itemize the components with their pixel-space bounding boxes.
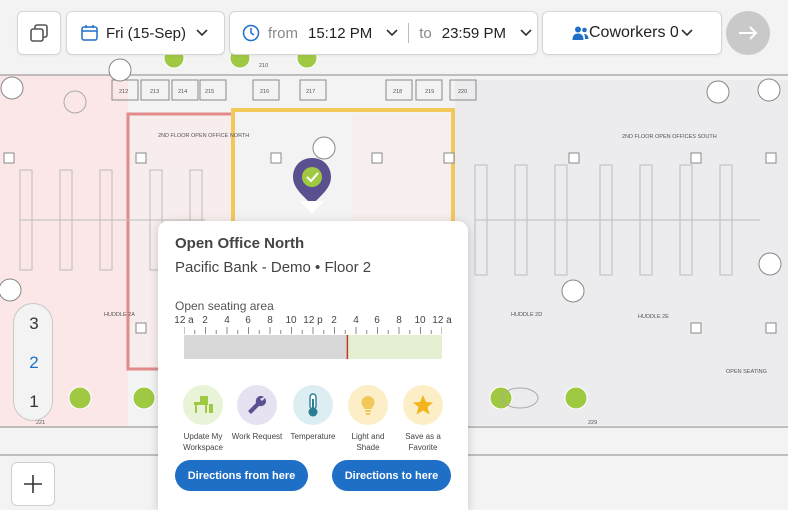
action-label: Update My Workspace — [183, 432, 223, 452]
date-label: Fri (15-Sep) — [106, 24, 187, 42]
thermometer-icon — [293, 385, 333, 425]
seating-label: Open seating area — [175, 299, 274, 313]
directions-to-button[interactable]: Directions to here — [332, 460, 451, 491]
update-workspace-action[interactable]: Update My Workspace — [175, 385, 231, 453]
date-picker[interactable]: Fri (15-Sep) — [66, 11, 225, 55]
directions-from-button[interactable]: Directions from here — [175, 460, 308, 491]
map-label-huddle-2a: HUDDLE 2A — [104, 312, 135, 318]
clock-icon — [242, 24, 260, 42]
room-number: 212 — [119, 89, 128, 95]
copy-icon — [30, 24, 48, 42]
region-center[interactable] — [352, 114, 452, 224]
chevron-down-icon — [196, 29, 208, 37]
action-label: Work Request — [231, 432, 283, 441]
save-favorite-action[interactable]: Save as a Favorite — [395, 385, 451, 453]
timeline-past-segment — [184, 335, 348, 359]
work-request-action[interactable]: Work Request — [229, 385, 285, 442]
floor-1-button[interactable]: 1 — [14, 383, 54, 421]
plus-icon — [24, 475, 42, 493]
room-number: 219 — [425, 89, 434, 95]
room-number: 229 — [588, 420, 597, 426]
people-icon — [572, 26, 589, 40]
chevron-down-icon — [681, 29, 693, 37]
room-number: 214 — [178, 89, 187, 95]
arrow-right-icon — [739, 26, 758, 40]
space-info-popup: Open Office North Pacific Bank - Demo • … — [158, 221, 468, 510]
light-shade-action[interactable]: Light and Shade — [340, 385, 396, 453]
workspace-icon — [183, 385, 223, 425]
room-number: 220 — [458, 89, 467, 95]
zoom-in-button[interactable] — [11, 462, 55, 506]
go-button[interactable] — [726, 11, 770, 55]
timeline-future-segment — [347, 335, 442, 359]
coworkers-dropdown[interactable]: Coworkers 0 — [542, 11, 722, 55]
action-label: Light and Shade — [351, 432, 385, 452]
room-number: 215 — [205, 89, 214, 95]
time-range-picker[interactable]: from 15:12 PM to 23:59 PM — [229, 11, 538, 55]
calendar-icon — [81, 25, 98, 41]
room-number: 216 — [260, 89, 269, 95]
floor-selector: 3 2 1 — [13, 303, 53, 421]
chevron-down-icon[interactable] — [520, 29, 532, 37]
map-label-huddle-2d: HUDDLE 2D — [511, 312, 542, 318]
map-label-north: 2ND FLOOR OPEN OFFICE NORTH — [158, 133, 249, 139]
wrench-icon — [237, 385, 277, 425]
from-label: from — [268, 24, 298, 42]
from-time[interactable]: 15:12 PM — [308, 25, 372, 42]
map-label-huddle-2e: HUDDLE 2E — [638, 314, 669, 320]
space-title: Open Office North — [175, 235, 305, 252]
divider — [408, 23, 410, 43]
location-pin-icon[interactable] — [293, 158, 331, 214]
map-label-open-seating: OPEN SEATING — [726, 369, 767, 375]
map-label-south: 2ND FLOOR OPEN OFFICES SOUTH — [622, 134, 717, 140]
action-row: Update My Workspace Work Request Tempera… — [175, 385, 455, 453]
to-time[interactable]: 23:59 PM — [442, 25, 506, 42]
temperature-action[interactable]: Temperature — [285, 385, 341, 442]
room-number: 213 — [150, 89, 159, 95]
room-number: 218 — [393, 89, 402, 95]
lightbulb-icon — [348, 385, 388, 425]
room-number: 210 — [259, 63, 268, 69]
chevron-down-icon[interactable] — [386, 29, 398, 37]
floor-3-button[interactable]: 3 — [14, 305, 54, 343]
copy-button[interactable] — [17, 11, 61, 55]
coworkers-label: Coworkers 0 — [589, 24, 679, 41]
floor-2-button[interactable]: 2 — [14, 344, 54, 382]
to-label: to — [419, 24, 432, 42]
action-label: Save as a Favorite — [405, 432, 441, 452]
room-number: 217 — [306, 89, 315, 95]
action-label: Temperature — [290, 432, 336, 441]
space-subtitle: Pacific Bank - Demo • Floor 2 — [175, 259, 372, 276]
star-icon — [403, 385, 443, 425]
availability-timeline[interactable] — [184, 325, 442, 361]
